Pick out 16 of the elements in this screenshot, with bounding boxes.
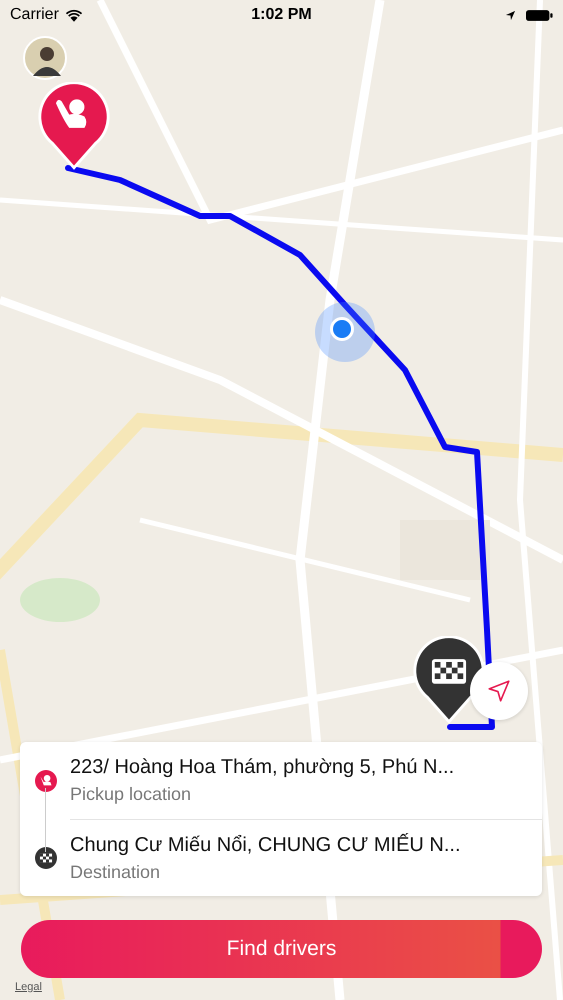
- stop-label: Destination: [70, 862, 162, 882]
- carrier-name: Carrier: [10, 6, 59, 24]
- address-text[interactable]: Chung Cư Miếu Nổi, CHUNG CƯ MIẾU N...: [70, 834, 542, 856]
- legal-link[interactable]: Legal: [15, 981, 42, 993]
- checkered-flag-icon: [35, 846, 57, 868]
- navigation-arrow-icon: [486, 678, 512, 704]
- address-text[interactable]: 223/ Hoàng Hoa Thám, phường 5, Phú N...: [70, 756, 542, 779]
- battery-icon: [526, 8, 553, 22]
- location-arrow-icon: [505, 10, 516, 20]
- wifi-icon: [64, 8, 83, 22]
- status-time: 1:02 PM: [250, 6, 313, 24]
- find-drivers-button[interactable]: Find drivers: [21, 920, 542, 978]
- avatar[interactable]: [23, 36, 67, 80]
- pickup-pin-icon: [37, 82, 111, 170]
- pickup-person-icon: [35, 770, 57, 792]
- stop-label: Pickup location: [70, 784, 192, 805]
